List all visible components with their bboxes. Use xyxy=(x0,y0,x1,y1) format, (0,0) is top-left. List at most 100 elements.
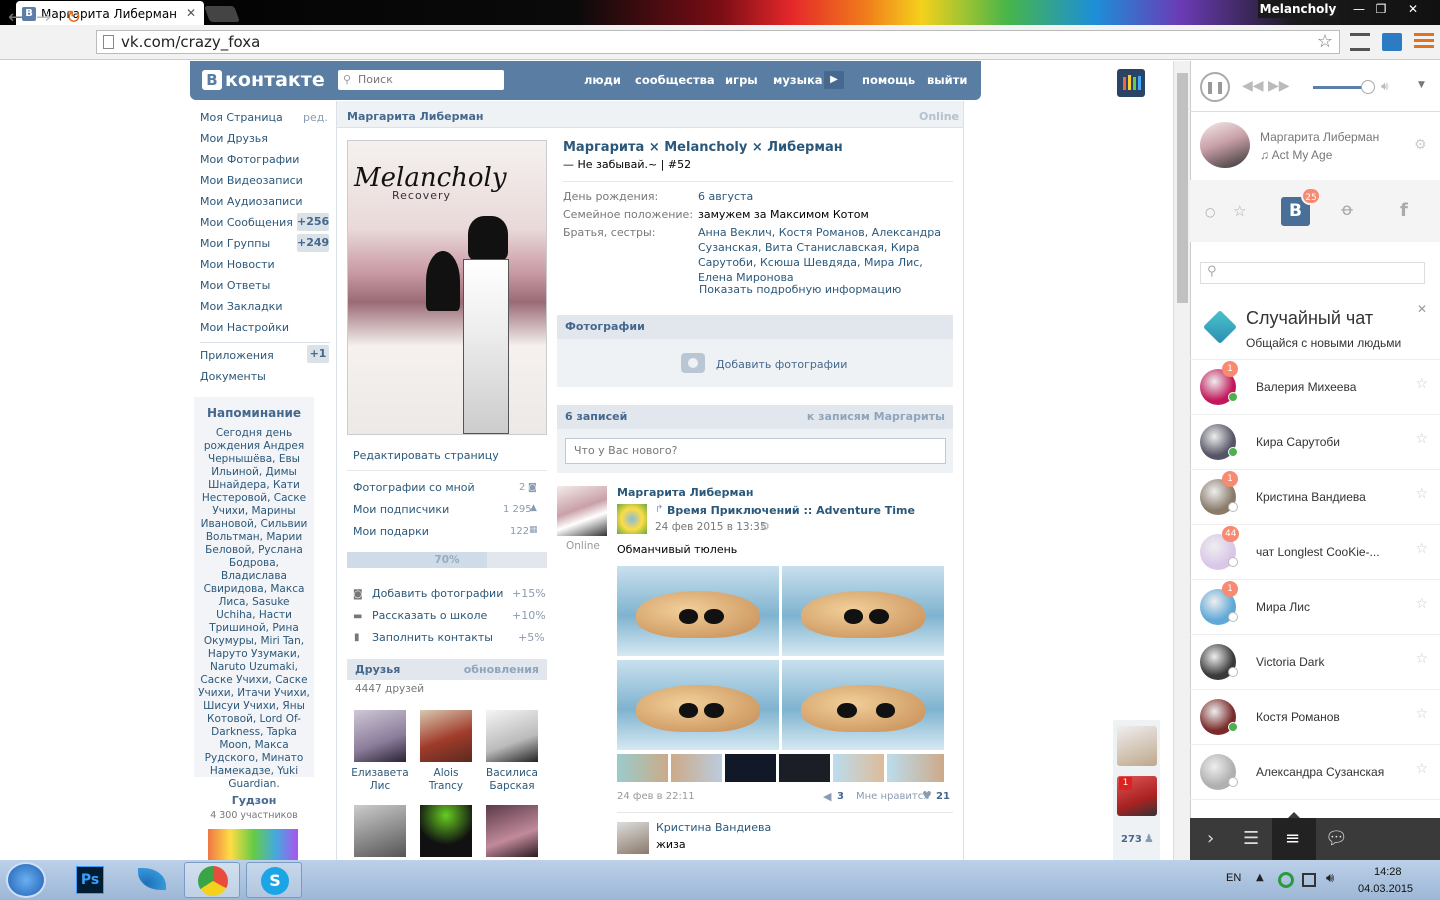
menu-help[interactable]: помощь xyxy=(862,73,915,87)
wall-post-count[interactable]: 6 записей xyxy=(565,410,627,423)
photos-section-title[interactable]: Фотографии xyxy=(565,320,645,333)
keyboard-language[interactable]: EN xyxy=(1226,872,1241,884)
chat-name[interactable]: Victoria Dark xyxy=(1256,655,1324,669)
volume-icon[interactable]: 🔊︎ xyxy=(1381,79,1389,94)
right-column-avatar[interactable] xyxy=(1117,726,1157,766)
profile-status[interactable]: — Не забывай.~ | #52 xyxy=(563,158,691,171)
friend-avatar[interactable] xyxy=(354,805,406,857)
comment-author-avatar[interactable] xyxy=(617,822,649,854)
browser-menu-icon[interactable] xyxy=(1414,33,1434,51)
friend-name[interactable]: Василиса Барская xyxy=(482,767,542,793)
repost-count[interactable]: 3 xyxy=(837,791,844,802)
friend-avatar[interactable] xyxy=(420,710,472,762)
heart-icon[interactable]: ♥ xyxy=(922,789,932,802)
nav-audio[interactable]: Мои Аудиозаписи xyxy=(200,195,303,208)
nav-answers[interactable]: Мои Ответы xyxy=(200,279,270,292)
nav-bookmarks[interactable]: Мои Закладки xyxy=(200,300,282,313)
volume-slider-handle[interactable] xyxy=(1361,80,1375,94)
friend-name[interactable]: Alois Trancy xyxy=(416,767,476,793)
menu-logout[interactable]: выйти xyxy=(927,73,967,87)
boost-contacts[interactable]: Заполнить контакты xyxy=(372,631,493,644)
chat-name[interactable]: Валерия Михеева xyxy=(1256,380,1356,394)
taskbar-browser[interactable] xyxy=(184,862,240,898)
friend-name[interactable]: Елизавета Лис xyxy=(350,767,410,793)
vk-logo[interactable]: В контакте xyxy=(202,69,325,91)
random-chat-title[interactable]: Случайный чат xyxy=(1246,308,1373,329)
taskbar-photoshop[interactable]: Ps xyxy=(62,862,118,898)
chat-name[interactable]: Кира Сарутоби xyxy=(1256,435,1340,449)
nav-videos[interactable]: Мои Видеозаписи xyxy=(200,174,303,187)
post-photo-thumb[interactable] xyxy=(833,754,884,782)
post-photo-thumb[interactable] xyxy=(887,754,944,782)
chat-list-item[interactable]: 1 Мира Лис ☆ xyxy=(1190,580,1440,635)
detailed-list-icon[interactable]: ≡ xyxy=(1285,828,1300,849)
chat-list-item[interactable]: Александра Сузанская ☆ xyxy=(1190,745,1440,800)
nav-documents[interactable]: Документы xyxy=(200,370,266,383)
chat-name[interactable]: чат Longlest CooKie-... xyxy=(1256,545,1380,559)
groups-count-badge[interactable]: +249 xyxy=(297,234,329,252)
like-count[interactable]: 21 xyxy=(936,791,950,802)
circle-icon[interactable]: ○ xyxy=(1205,205,1215,219)
post-author-avatar[interactable] xyxy=(557,486,607,536)
menu-people[interactable]: люди xyxy=(584,73,621,87)
friends-title[interactable]: Друзья xyxy=(355,663,400,676)
extension-chat-icon[interactable] xyxy=(1382,33,1402,51)
boost-school[interactable]: Рассказать о школе xyxy=(372,609,487,622)
edit-page-link[interactable]: Редактировать страницу xyxy=(353,449,499,462)
repost-source-title[interactable]: Время Приключений :: Adventure Time xyxy=(667,504,915,517)
friend-avatar[interactable] xyxy=(486,710,538,762)
friends-updates-link[interactable]: обновления xyxy=(464,663,539,676)
next-track-icon[interactable]: ▶▶ xyxy=(1268,78,1290,94)
wall-to-posts-link[interactable]: к записям Маргариты xyxy=(807,410,945,423)
volume-slider[interactable] xyxy=(1313,86,1368,89)
info-value-birthday[interactable]: 6 августа xyxy=(698,189,753,204)
nav-edit-link[interactable]: ред. xyxy=(303,111,328,124)
taskbar-skype[interactable]: S xyxy=(246,862,302,898)
gifts-link[interactable]: Мои подарки xyxy=(353,525,429,538)
tray-monitor-icon[interactable] xyxy=(1302,873,1316,887)
favorite-star-icon[interactable]: ☆ xyxy=(1415,651,1428,667)
reload-icon[interactable]: ↻ xyxy=(66,7,81,28)
odnoklassniki-icon[interactable]: ꝋ xyxy=(1341,200,1353,220)
post-photo[interactable] xyxy=(782,566,944,656)
post-photo-thumb[interactable] xyxy=(725,754,776,782)
photos-with-me-link[interactable]: Фотографии со мной xyxy=(353,481,475,494)
tab-close-icon[interactable]: ✕ xyxy=(186,6,196,20)
menu-communities[interactable]: сообщества xyxy=(635,73,715,87)
browser-profile-button[interactable]: Melancholy xyxy=(1258,0,1338,18)
settings-gear-icon[interactable]: ⚙ xyxy=(1414,137,1427,153)
tray-app-icon[interactable] xyxy=(1278,872,1294,888)
post-photo-thumb[interactable] xyxy=(671,754,722,782)
followers-link[interactable]: Мои подписчики xyxy=(353,503,449,516)
extension-list-icon[interactable] xyxy=(1350,33,1370,51)
page-scrollbar[interactable] xyxy=(1173,61,1190,861)
post-photo-thumb[interactable] xyxy=(779,754,830,782)
windows-start-button[interactable] xyxy=(6,862,46,898)
list-view-icon[interactable]: ☰ xyxy=(1243,828,1259,849)
info-value-siblings[interactable]: Анна Веклич, Костя Романов, Александра С… xyxy=(698,225,948,285)
chat-name[interactable]: Мира Лис xyxy=(1256,600,1310,614)
pause-icon[interactable]: ❚❚ xyxy=(1200,72,1230,102)
clock-date[interactable]: 04.03.2015 xyxy=(1358,883,1413,895)
favorite-star-icon[interactable]: ☆ xyxy=(1415,706,1428,722)
close-icon[interactable]: ✕ xyxy=(1417,302,1427,316)
favorites-star-icon[interactable]: ☆ xyxy=(1233,202,1246,220)
friend-avatar[interactable] xyxy=(354,710,406,762)
tray-expand-icon[interactable]: ▲ xyxy=(1256,872,1264,883)
address-bar[interactable]: vk.com/crazy_foxa ☆ xyxy=(96,30,1340,54)
chat-name[interactable]: Александра Сузанская xyxy=(1256,765,1384,779)
favorite-star-icon[interactable]: ☆ xyxy=(1415,596,1428,612)
chat-list-item[interactable]: Кира Сарутоби ☆ xyxy=(1190,415,1440,470)
post-date[interactable]: 24 фев в 22:11 xyxy=(617,791,695,802)
nav-my-page[interactable]: Моя Страница xyxy=(200,111,283,124)
volume-icon[interactable]: 🔊︎ xyxy=(1326,871,1334,886)
favorite-star-icon[interactable]: ☆ xyxy=(1415,761,1428,777)
chat-name[interactable]: Костя Романов xyxy=(1256,710,1340,724)
post-photo[interactable] xyxy=(617,660,779,750)
favorite-star-icon[interactable]: ☆ xyxy=(1415,376,1428,392)
like-label[interactable]: Мне нравится xyxy=(856,791,929,802)
profile-avatar[interactable]: Melancholy Recovery xyxy=(347,140,547,435)
post-photo[interactable] xyxy=(782,660,944,750)
friend-avatar[interactable] xyxy=(486,805,538,857)
new-tab-button[interactable] xyxy=(204,6,240,22)
